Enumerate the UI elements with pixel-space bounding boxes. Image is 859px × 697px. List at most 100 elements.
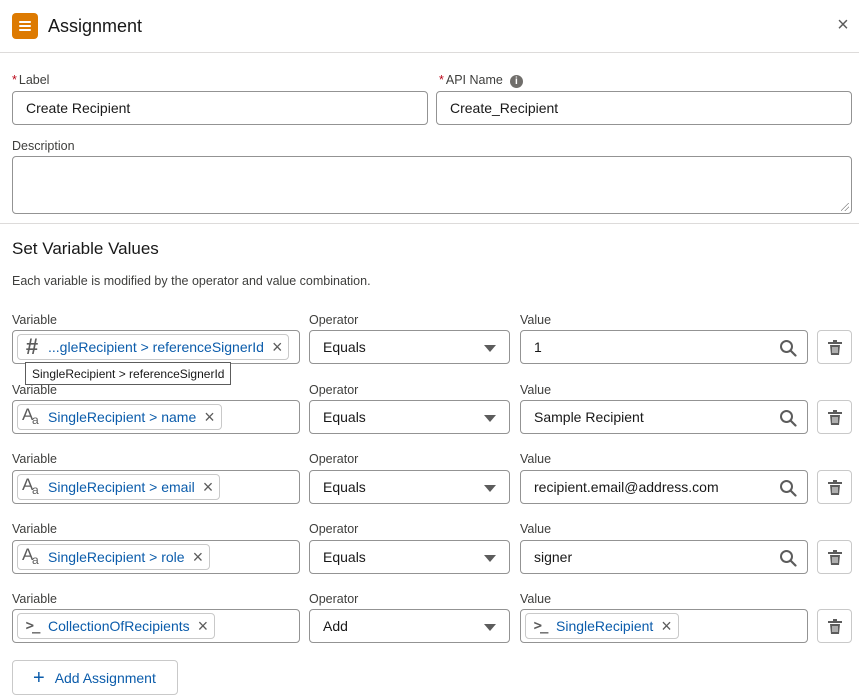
value-text: signer [534, 549, 573, 565]
variable-label: Variable [12, 452, 57, 466]
label-input-value: Create Recipient [26, 100, 131, 116]
menu-icon [12, 13, 38, 39]
variable-pill-text: SingleRecipient > email [48, 479, 195, 495]
variable-pill[interactable]: Aa SingleRecipient > email × [17, 474, 221, 500]
chevron-down-icon [484, 555, 496, 562]
delete-row-button[interactable] [817, 540, 852, 574]
text-icon: Aa [22, 405, 39, 427]
operator-label: Operator [309, 313, 359, 327]
operator-value: Equals [323, 479, 366, 495]
required-marker: * [439, 73, 444, 87]
section-description: Each variable is modified by the operato… [12, 274, 371, 288]
variable-label: Variable [12, 522, 57, 536]
search-icon[interactable] [779, 479, 797, 497]
variable-input[interactable]: >_ CollectionOfRecipients × [12, 609, 300, 643]
delete-row-button[interactable] [817, 400, 852, 434]
plus-icon: + [33, 666, 45, 689]
variable-pill[interactable]: # ...gleRecipient > referenceSignerId × [17, 334, 290, 360]
value-input[interactable]: recipient.email@address.com [520, 470, 808, 504]
variable-pill[interactable]: >_ CollectionOfRecipients × [17, 613, 216, 639]
search-icon[interactable] [779, 409, 797, 427]
variable-pill[interactable]: Aa SingleRecipient > name × [17, 404, 222, 430]
operator-select[interactable]: Add [309, 609, 510, 643]
label-input[interactable]: Create Recipient [12, 91, 428, 125]
operator-label: Operator [309, 522, 359, 536]
description-field-label: Description [12, 139, 75, 153]
variable-pill[interactable]: Aa SingleRecipient > role × [17, 544, 211, 570]
search-icon[interactable] [779, 339, 797, 357]
variable-input[interactable]: # ...gleRecipient > referenceSignerId × [12, 330, 300, 364]
chevron-down-icon [484, 485, 496, 492]
remove-pill-icon[interactable]: × [198, 617, 209, 635]
operator-select[interactable]: Equals [309, 540, 510, 574]
delete-row-button[interactable] [817, 609, 852, 643]
variable-pill-text: SingleRecipient > role [48, 549, 185, 565]
variable-input[interactable]: Aa SingleRecipient > name × [12, 400, 300, 434]
remove-pill-icon[interactable]: × [193, 548, 204, 566]
section-divider [0, 223, 859, 224]
value-label: Value [520, 452, 552, 466]
variable-tooltip: SingleRecipient > referenceSignerId [25, 362, 232, 385]
value-text: recipient.email@address.com [534, 479, 719, 495]
value-label: Value [520, 522, 552, 536]
trash-icon [828, 410, 842, 425]
value-text: Sample Recipient [534, 409, 644, 425]
search-icon[interactable] [779, 549, 797, 567]
trash-icon [828, 340, 842, 355]
remove-pill-icon[interactable]: × [661, 617, 672, 635]
trash-icon [828, 550, 842, 565]
prompt-icon: >_ [533, 618, 549, 634]
remove-pill-icon[interactable]: × [203, 478, 214, 496]
value-label: Value [520, 383, 552, 397]
operator-select[interactable]: Equals [309, 470, 510, 504]
value-label: Value [520, 592, 552, 606]
variable-label: Variable [12, 592, 57, 606]
api-name-input-value: Create_Recipient [450, 100, 559, 116]
text-icon: Aa [22, 545, 39, 567]
operator-label: Operator [309, 452, 359, 466]
delete-row-button[interactable] [817, 330, 852, 364]
remove-pill-icon[interactable]: × [204, 408, 215, 426]
value-input[interactable]: >_ SingleRecipient × [520, 609, 808, 643]
required-marker: * [12, 73, 17, 87]
prompt-icon: >_ [25, 618, 41, 634]
info-icon[interactable]: i [509, 75, 523, 88]
value-text: 1 [534, 339, 542, 355]
operator-select[interactable]: Equals [309, 330, 510, 364]
operator-value: Add [323, 618, 348, 634]
description-textarea[interactable] [12, 156, 852, 214]
variable-input[interactable]: Aa SingleRecipient > role × [12, 540, 300, 574]
api-name-input[interactable]: Create_Recipient [436, 91, 852, 125]
resize-handle[interactable] [841, 203, 849, 211]
text-icon: Aa [22, 475, 39, 497]
value-input[interactable]: signer [520, 540, 808, 574]
modal-header: Assignment × [0, 0, 859, 53]
chevron-down-icon [484, 415, 496, 422]
operator-select[interactable]: Equals [309, 400, 510, 434]
operator-value: Equals [323, 549, 366, 565]
variable-pill-text: ...gleRecipient > referenceSignerId [48, 339, 264, 355]
trash-icon [828, 480, 842, 495]
value-input[interactable]: 1 [520, 330, 808, 364]
variable-input[interactable]: Aa SingleRecipient > email × [12, 470, 300, 504]
operator-label: Operator [309, 383, 359, 397]
add-assignment-label: Add Assignment [54, 669, 156, 686]
chevron-down-icon [484, 624, 496, 631]
add-assignment-button[interactable]: + Add Assignment [12, 660, 178, 695]
operator-value: Equals [323, 409, 366, 425]
variable-pill-text: CollectionOfRecipients [48, 618, 190, 634]
page-title: Assignment [48, 16, 143, 36]
value-label: Value [520, 313, 552, 327]
value-input[interactable]: Sample Recipient [520, 400, 808, 434]
value-pill[interactable]: >_ SingleRecipient × [525, 613, 679, 639]
close-icon[interactable]: × [833, 15, 853, 36]
delete-row-button[interactable] [817, 470, 852, 504]
variable-label: Variable [12, 383, 57, 397]
number-icon: # [25, 334, 39, 359]
trash-icon [828, 619, 842, 634]
chevron-down-icon [484, 345, 496, 352]
label-field-label: * Label [12, 73, 50, 87]
remove-pill-icon[interactable]: × [272, 338, 283, 356]
value-pill-text: SingleRecipient [556, 618, 654, 634]
variable-pill-text: SingleRecipient > name [48, 409, 197, 425]
